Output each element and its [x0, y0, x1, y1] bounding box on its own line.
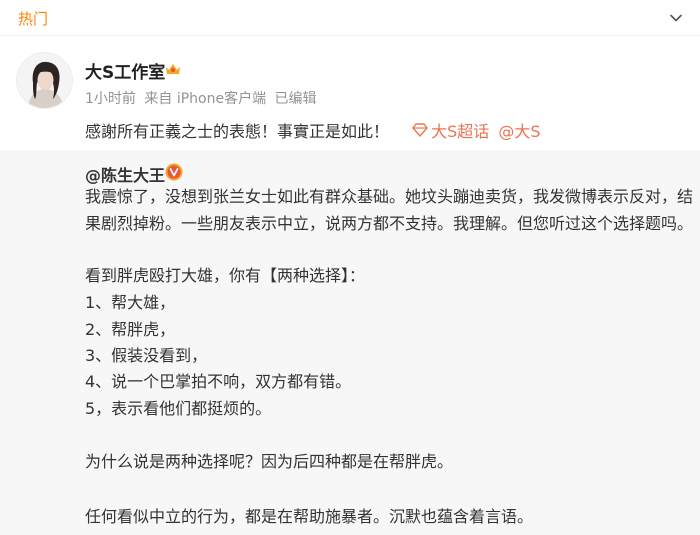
- post-meta: 1小时前 来自 iPhone客户端 已编辑: [85, 88, 321, 108]
- quoted-line: 3、假装没看到，: [85, 346, 208, 365]
- avatar[interactable]: [16, 52, 73, 109]
- edited-label[interactable]: 已编辑: [275, 91, 317, 107]
- quoted-author[interactable]: @陈生大王: [85, 162, 165, 186]
- super-topic-icon: [412, 123, 428, 137]
- quoted-line: 4、说一个巴掌拍不响，双方都有错。: [85, 372, 352, 391]
- vip-crown-icon[interactable]: [164, 60, 182, 78]
- quoted-line: 为什么说是两种选择呢？因为后四种都是在帮胖虎。: [85, 452, 454, 471]
- super-topic-label: 大S超话: [431, 122, 490, 141]
- post-text: 感謝所有正義之士的表態！事實正是如此！ 大S超话 @大S: [85, 118, 541, 142]
- verified-v-icon: [165, 163, 183, 181]
- post-time[interactable]: 1小时前: [85, 91, 136, 107]
- post-body: 感謝所有正義之士的表態！事實正是如此！: [85, 122, 390, 141]
- quoted-line: 5，表示看他们都挺烦的。: [85, 399, 272, 418]
- chevron-down-icon[interactable]: [668, 10, 684, 26]
- quoted-line: 看到胖虎殴打大雄，你有【两种选择】：: [85, 266, 366, 285]
- post-source: 来自 iPhone客户端: [144, 91, 267, 107]
- quoted-line: 果剧烈掉粉。一些朋友表示中立，说两方都不支持。我理解。但您听过这个选择题吗。: [85, 214, 694, 233]
- hot-tab-label[interactable]: 热门: [18, 8, 48, 29]
- quoted-line: 2、帮胖虎，: [85, 320, 176, 339]
- super-topic-link[interactable]: 大S超话: [412, 118, 489, 142]
- quoted-line: 任何看似中立的行为，都是在帮助施暴者。沉默也蕴含着言语。: [85, 507, 534, 526]
- author-name[interactable]: 大S工作室: [85, 58, 165, 83]
- mention-link[interactable]: @大S: [498, 122, 540, 141]
- quoted-line: 我震惊了，没想到张兰女士如此有群众基础。她坟头蹦迪卖货，我发微博表示反对，结: [85, 187, 694, 206]
- feed-header: 热门: [0, 0, 700, 36]
- quoted-line: 1、帮大雄，: [85, 293, 176, 312]
- quoted-post[interactable]: @陈生大王 我震惊了，没想到张兰女士如此有群众基础。她坟头蹦迪卖货，我发微博表示…: [0, 150, 700, 535]
